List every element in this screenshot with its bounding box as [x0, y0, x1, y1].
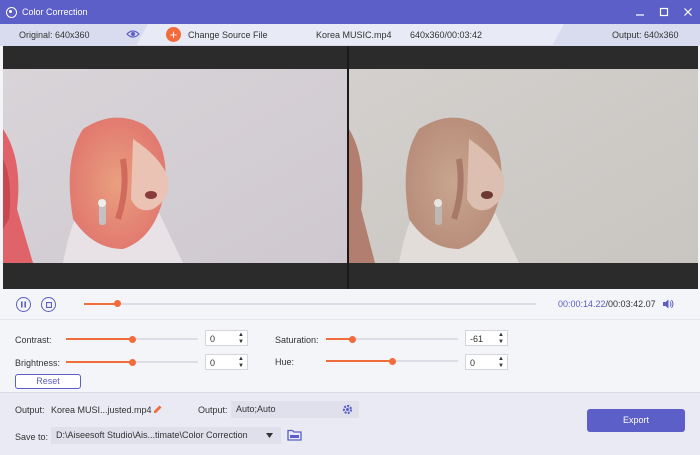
contrast-value: 0 [210, 334, 216, 344]
close-icon[interactable] [676, 0, 700, 24]
hue-label: Hue: [275, 357, 295, 367]
brightness-stepper[interactable]: 0 ▲ ▼ [205, 354, 248, 370]
time-display: 00:00:14.22/00:03:42.07 [558, 299, 656, 309]
save-path-value: D:\Aiseesoft Studio\Ais...timate\Color C… [56, 430, 248, 440]
saturation-stepper[interactable]: -61 ▲ ▼ [465, 330, 508, 346]
app-logo-icon [6, 6, 17, 18]
output-file-name: Korea MUSI...justed.mp4 [51, 405, 152, 415]
stop-icon [45, 301, 52, 308]
progress-slider[interactable] [84, 300, 536, 307]
saturation-slider-knob[interactable] [348, 335, 356, 343]
brightness-slider-knob[interactable] [128, 358, 136, 366]
minimize-icon[interactable] [628, 0, 652, 24]
save-to-label: Save to: [15, 432, 49, 442]
adjustment-panel: Contrast: 0 ▲ ▼ Brightness: 0 ▲ ▼ Saturati… [0, 319, 700, 392]
saturation-label: Saturation: [275, 335, 319, 345]
brightness-value: 0 [210, 358, 216, 368]
hue-slider-knob[interactable] [388, 357, 396, 365]
file-name: Korea MUSIC.mp4 [316, 30, 392, 40]
output-format-value: Auto;Auto [236, 404, 276, 414]
change-source-button[interactable]: Change Source File [188, 30, 268, 40]
adjusted-preview-frame [349, 69, 698, 263]
output-format-label: Output: [198, 405, 228, 415]
stop-button[interactable] [41, 297, 56, 312]
contrast-stepper-arrows[interactable]: ▲ ▼ [237, 332, 245, 345]
original-preview-frame [3, 69, 347, 263]
original-resolution: Original: 640x360 [19, 30, 90, 40]
saturation-stepper-arrows[interactable]: ▲ ▼ [497, 332, 505, 345]
brightness-slider-fill [66, 361, 132, 363]
settings-gear-icon[interactable] [342, 404, 353, 415]
info-bar: Original: 640x360 + Change Source File K… [0, 24, 700, 46]
window-title: Color Correction [22, 7, 88, 17]
hue-stepper-arrows[interactable]: ▲ ▼ [497, 356, 505, 369]
hue-slider[interactable] [326, 357, 458, 365]
preview-area [3, 46, 698, 289]
progress-knob[interactable] [113, 300, 121, 307]
reset-button[interactable]: Reset [15, 374, 81, 389]
chevron-down-icon[interactable] [266, 433, 273, 438]
contrast-slider[interactable] [66, 335, 198, 343]
add-icon[interactable]: + [166, 27, 181, 42]
folder-icon[interactable] [287, 429, 302, 441]
window-controls [628, 0, 700, 24]
output-bar: Output: Korea MUSI...justed.mp4 Output: … [0, 392, 700, 455]
save-path-dropdown[interactable]: D:\Aiseesoft Studio\Ais...timate\Color C… [51, 427, 281, 444]
edit-name-icon[interactable] [153, 404, 163, 414]
title-bar: Color Correction [0, 0, 700, 24]
output-file-label: Output: [15, 405, 45, 415]
total-time: /00:03:42.07 [605, 299, 656, 309]
brightness-label: Brightness: [15, 358, 61, 368]
progress-fill [84, 303, 117, 305]
eye-icon[interactable] [126, 29, 140, 39]
saturation-slider[interactable] [326, 335, 458, 343]
brightness-slider[interactable] [66, 358, 198, 366]
volume-icon[interactable] [662, 298, 674, 310]
hue-value: 0 [470, 358, 476, 368]
brightness-stepper-arrows[interactable]: ▲ ▼ [237, 356, 245, 369]
current-time: 00:00:14.22 [558, 299, 606, 309]
hue-stepper[interactable]: 0 ▲ ▼ [465, 354, 508, 370]
contrast-slider-knob[interactable] [128, 335, 136, 343]
contrast-stepper[interactable]: 0 ▲ ▼ [205, 330, 248, 346]
export-button[interactable]: Export [587, 409, 685, 432]
hue-slider-fill [326, 360, 392, 362]
maximize-icon[interactable] [652, 0, 676, 24]
output-resolution: Output: 640x360 [612, 30, 679, 40]
saturation-value: -61 [470, 334, 484, 344]
original-video-frame [3, 69, 347, 263]
pause-icon [21, 301, 26, 308]
contrast-label: Contrast: [15, 335, 52, 345]
contrast-slider-fill [66, 338, 132, 340]
player-controls: 00:00:14.22/00:03:42.07 [0, 289, 700, 319]
output-format-field[interactable]: Auto;Auto [231, 401, 359, 418]
pause-button[interactable] [16, 297, 31, 312]
file-meta: 640x360/00:03:42 [410, 30, 483, 40]
adjusted-video-frame [349, 69, 698, 263]
